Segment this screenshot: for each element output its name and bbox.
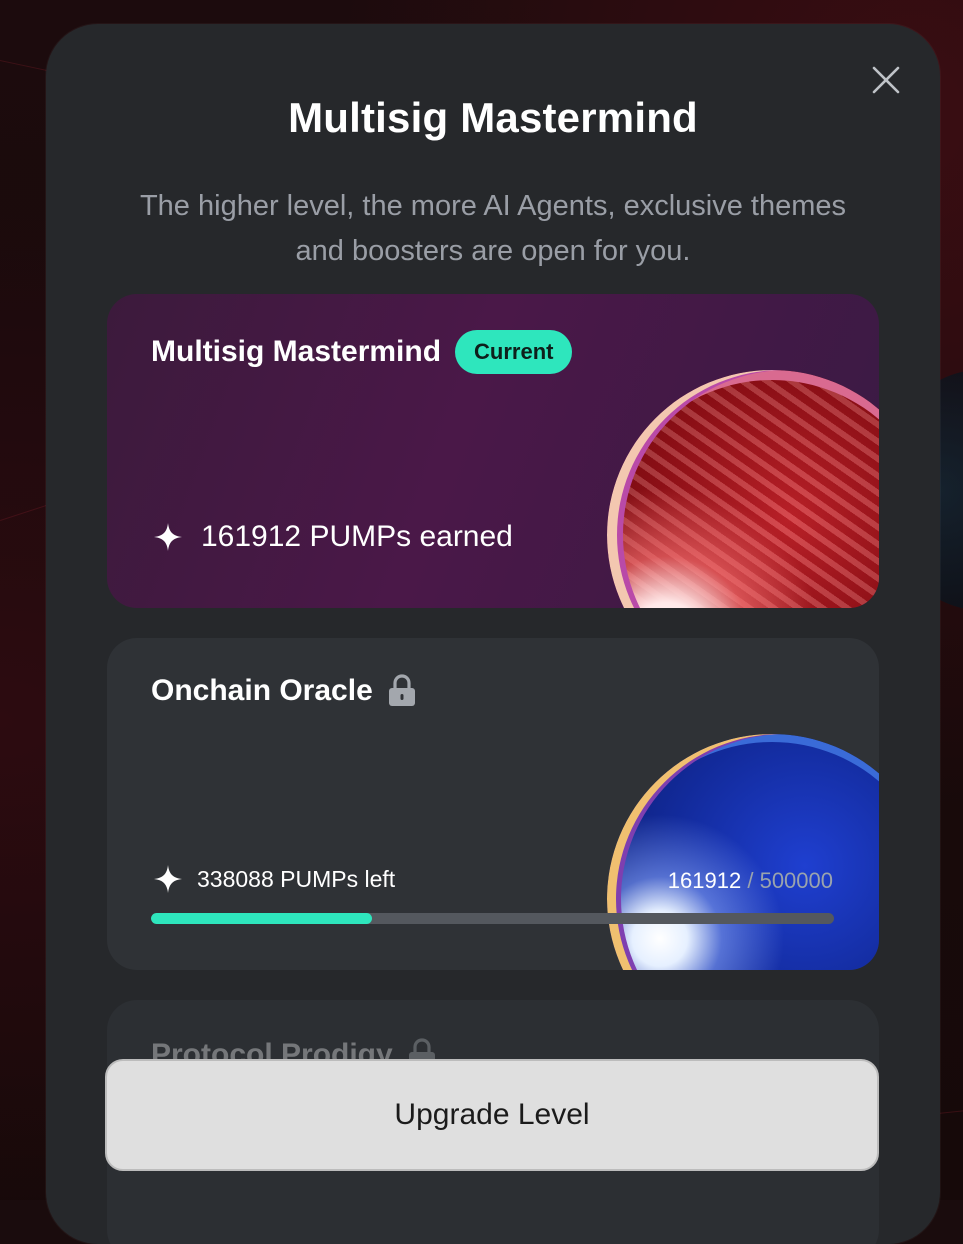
progress-bar bbox=[151, 913, 834, 924]
level-card-current[interactable]: Multisig Mastermind Current 161912 PUMPs… bbox=[107, 294, 879, 608]
level-name: Multisig Mastermind bbox=[151, 335, 442, 368]
progress-counter: 161912 / 500000 bbox=[668, 868, 833, 894]
level-card-next[interactable]: Onchain Oracle 338088 PUMPs left 161912 … bbox=[107, 638, 879, 970]
level-coin-red bbox=[607, 370, 879, 608]
level-card-header: Onchain Oracle bbox=[151, 674, 417, 708]
level-coin-blue bbox=[607, 734, 879, 970]
progress-current: 161912 bbox=[667, 868, 742, 893]
lock-icon bbox=[388, 674, 415, 706]
sparkle-icon bbox=[154, 865, 182, 893]
pumps-left-text: 338088 PUMPs left bbox=[197, 865, 396, 892]
progress-separator: / bbox=[747, 868, 754, 893]
level-name: Onchain Oracle bbox=[151, 674, 373, 707]
pumps-earned: 161912 PUMPs earned bbox=[151, 520, 513, 554]
pumps-earned-text: 161912 PUMPs earned bbox=[201, 520, 513, 553]
pumps-left: 338088 PUMPs left bbox=[151, 862, 395, 896]
modal-title: Multisig Mastermind bbox=[288, 94, 698, 141]
progress-fill bbox=[151, 913, 373, 924]
modal-subtitle: The higher level, the more AI Agents, ex… bbox=[139, 190, 847, 267]
current-badge: Current bbox=[455, 330, 573, 374]
upgrade-level-button[interactable]: Upgrade Level bbox=[105, 1059, 879, 1171]
sparkle-icon bbox=[154, 523, 182, 551]
progress-total: 500000 bbox=[759, 868, 833, 893]
level-modal: Multisig Mastermind The higher level, th… bbox=[46, 24, 940, 1244]
level-card-header: Multisig Mastermind Current bbox=[151, 330, 573, 374]
